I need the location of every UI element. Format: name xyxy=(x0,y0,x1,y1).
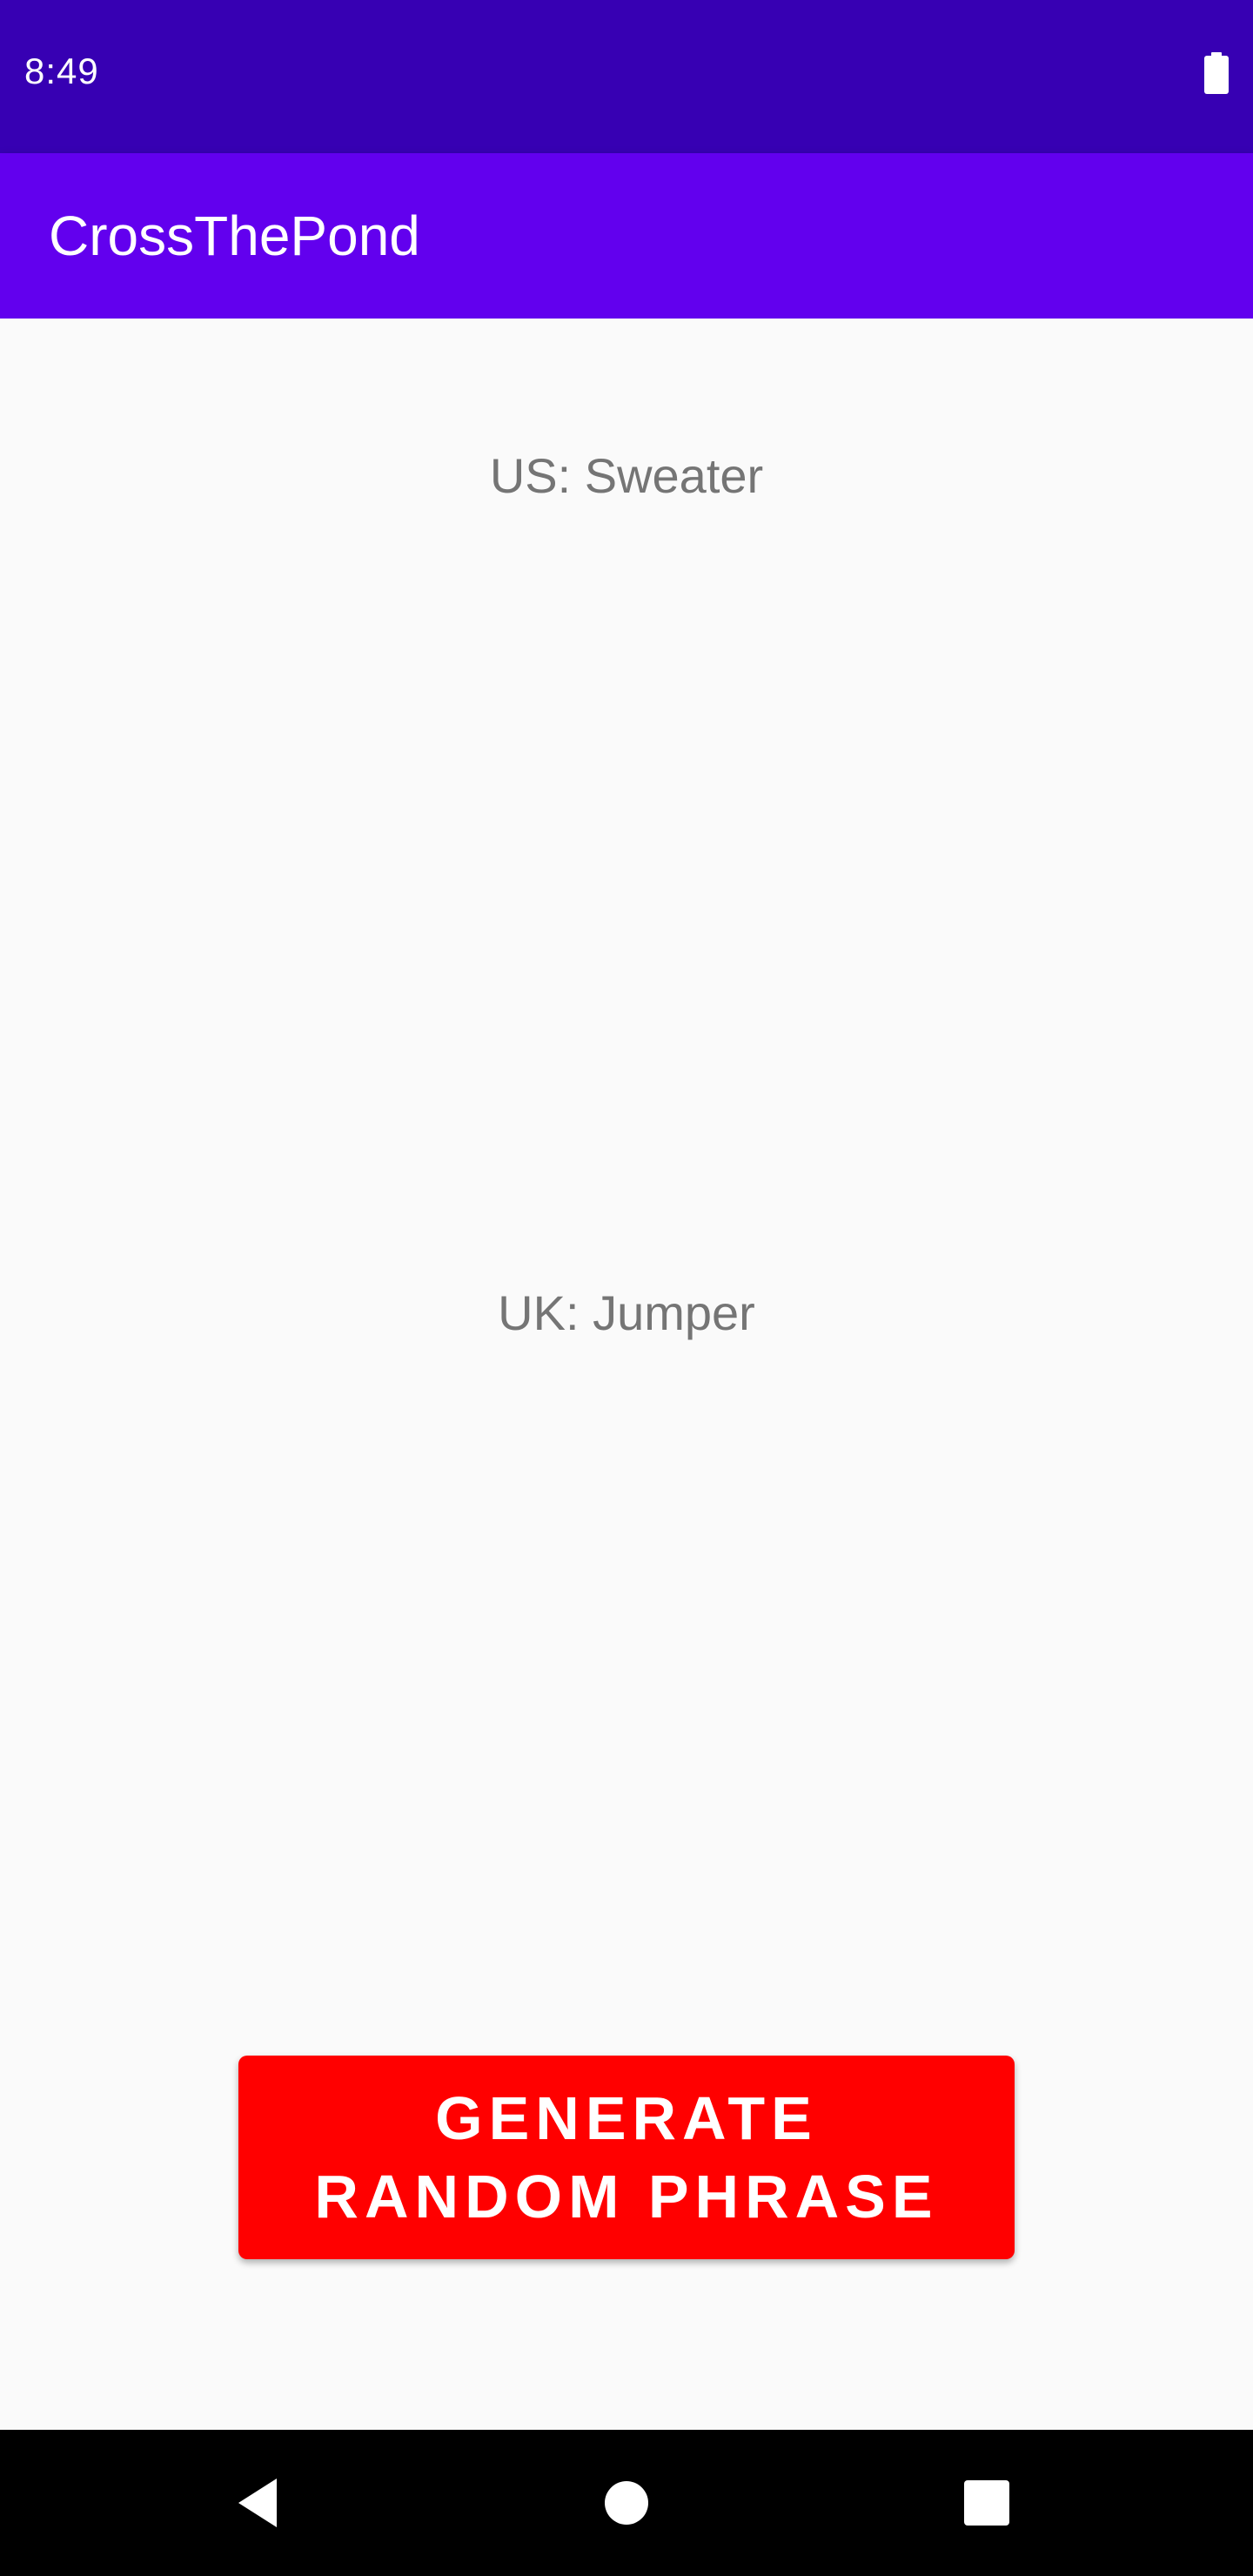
home-icon[interactable] xyxy=(583,2459,670,2546)
uk-phrase-text: UK: Jumper xyxy=(498,1285,755,1340)
navigation-bar xyxy=(0,2430,1253,2576)
app-bar: CrossThePond xyxy=(0,153,1253,319)
app-title: CrossThePond xyxy=(49,205,420,267)
status-bar: 8:49 xyxy=(0,0,1253,153)
generate-button-label-line1: GENERATE xyxy=(435,2084,818,2152)
us-phrase-text: US: Sweater xyxy=(489,448,764,503)
status-time: 8:49 xyxy=(24,50,99,91)
generate-random-phrase-button[interactable]: GENERATE RANDOM PHRASE xyxy=(238,2056,1015,2259)
recents-icon[interactable] xyxy=(943,2459,1030,2546)
back-icon[interactable] xyxy=(219,2459,306,2546)
battery-icon xyxy=(1204,52,1229,94)
generate-button-label-line2: RANDOM PHRASE xyxy=(314,2163,939,2231)
